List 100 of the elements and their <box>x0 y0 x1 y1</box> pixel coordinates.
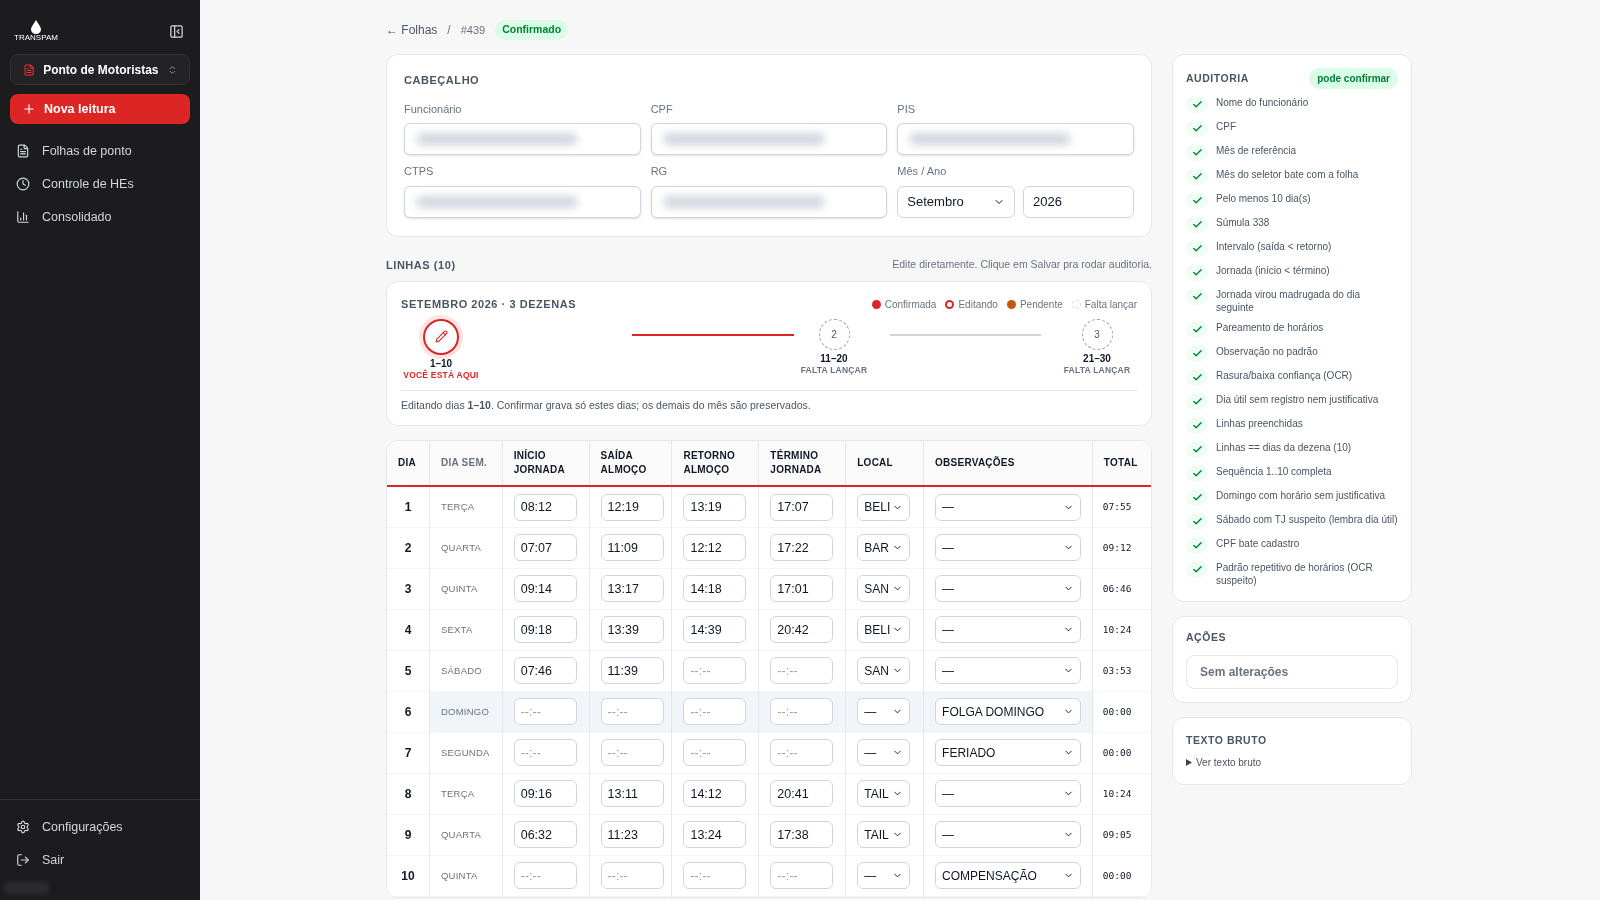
section-title: TEXTO BRUTO <box>1186 732 1268 748</box>
nav-item[interactable]: Controle de HEs <box>16 173 184 195</box>
field-label: RG <box>650 164 669 179</box>
nav-item[interactable]: Configurações <box>16 816 184 838</box>
time-field[interactable]: 11:09 <box>600 534 664 562</box>
observation-select[interactable]: FOLGA DOMINGO <box>935 698 1082 726</box>
nav-item[interactable]: Consolidado <box>16 206 184 228</box>
observation-select[interactable]: — <box>935 493 1082 521</box>
status-badge: Confirmado <box>495 20 569 40</box>
day-cell: 5 <box>387 650 430 692</box>
time-field[interactable]: --:-- <box>513 739 577 767</box>
observation-select[interactable]: — <box>935 575 1082 603</box>
time-field[interactable]: --:-- <box>600 698 664 726</box>
time-field[interactable]: --:-- <box>770 862 834 890</box>
time-field[interactable]: 13:19 <box>683 493 747 521</box>
local-select[interactable]: BELI <box>857 493 911 521</box>
time-field[interactable]: 06:32 <box>513 821 577 849</box>
time-field[interactable]: --:-- <box>770 739 834 767</box>
time-field[interactable]: 17:07 <box>770 493 834 521</box>
time-field[interactable]: --:-- <box>600 862 664 890</box>
time-field[interactable]: 17:22 <box>770 534 834 562</box>
local-select[interactable]: SAN <box>857 657 911 685</box>
observation-select[interactable]: — <box>935 616 1082 644</box>
time-field[interactable]: 14:18 <box>683 575 747 603</box>
time-field[interactable]: --:-- <box>770 698 834 726</box>
stage-caption: FALTA LANÇAR <box>800 365 868 376</box>
local-select[interactable]: BAR <box>857 534 911 562</box>
time-field[interactable]: 09:16 <box>513 780 577 808</box>
field-label: CTPS <box>404 164 435 179</box>
nav-item[interactable]: Sair <box>16 849 184 871</box>
legend-label: Editando <box>958 297 998 312</box>
time-field[interactable]: 13:11 <box>600 780 664 808</box>
time-field[interactable]: 09:14 <box>513 575 577 603</box>
time-field[interactable]: 07:46 <box>513 657 577 685</box>
time-field[interactable]: --:-- <box>683 739 747 767</box>
input-field[interactable] <box>404 185 641 218</box>
time-field[interactable]: 17:38 <box>770 821 834 849</box>
weekday-cell: QUINTA <box>429 855 503 897</box>
observation-select[interactable]: — <box>935 534 1082 562</box>
audit-check-label: Padrão repetitivo de horários (OCR suspeito) <box>1216 561 1374 587</box>
local-select[interactable]: TAIL <box>857 821 911 849</box>
time-field[interactable]: --:-- <box>513 862 577 890</box>
observation-select[interactable]: COMPENSAÇÃO <box>935 862 1082 890</box>
input-field[interactable] <box>650 185 888 218</box>
time-field[interactable]: --:-- <box>770 657 834 685</box>
new-reading-button[interactable]: Nova leitura <box>10 94 190 124</box>
stage-marker[interactable] <box>423 318 459 355</box>
stage-caption: VOCÊ ESTÁ AQUI <box>403 370 479 381</box>
back-link[interactable]: ← Folhas <box>386 21 438 39</box>
time-field[interactable]: --:-- <box>683 698 747 726</box>
time-field[interactable]: 17:01 <box>770 575 834 603</box>
section-title: SETEMBRO 2026 · 3 DEZENAS <box>401 297 577 312</box>
total-cell: 09:05 <box>1092 814 1151 856</box>
time-field[interactable]: --:-- <box>600 739 664 767</box>
local-select[interactable]: — <box>857 739 911 767</box>
time-field[interactable]: 20:42 <box>770 616 834 644</box>
observation-select[interactable]: — <box>935 780 1082 808</box>
workspace-selector[interactable]: Ponto de Motoristas <box>10 54 190 85</box>
nav-item[interactable]: Folhas de ponto <box>16 140 184 162</box>
local-select[interactable]: — <box>857 698 911 726</box>
time-field[interactable]: 13:39 <box>600 616 664 644</box>
observation-select[interactable]: — <box>935 821 1082 849</box>
month-select[interactable]: Setembro <box>897 185 1015 218</box>
time-field[interactable]: 20:41 <box>770 780 834 808</box>
time-field[interactable]: --:-- <box>513 698 577 726</box>
local-select[interactable]: TAIL <box>857 780 911 808</box>
chevrons-icon <box>166 63 177 76</box>
input-field[interactable] <box>404 123 641 155</box>
time-field[interactable]: 11:39 <box>600 657 664 685</box>
year-field[interactable]: 2026 <box>1023 185 1134 218</box>
audit-check-label: Súmula 338 <box>1216 216 1270 229</box>
input-field[interactable] <box>897 123 1134 155</box>
time-field[interactable]: 07:07 <box>513 534 577 562</box>
stage-marker[interactable]: 3 <box>1081 318 1113 350</box>
input-field[interactable] <box>650 123 888 155</box>
time-field[interactable]: 14:12 <box>683 780 747 808</box>
local-select[interactable]: BELI <box>857 616 911 644</box>
total-cell: 00:00 <box>1092 691 1151 733</box>
time-field[interactable]: 09:18 <box>513 616 577 644</box>
time-field[interactable]: 14:39 <box>683 616 747 644</box>
time-field[interactable]: 08:12 <box>513 493 577 521</box>
observation-select[interactable]: — <box>935 657 1082 685</box>
time-field[interactable]: 13:24 <box>683 821 747 849</box>
raw-text-toggle[interactable]: Ver texto bruto <box>1186 754 1398 770</box>
time-field[interactable]: --:-- <box>683 657 747 685</box>
time-field[interactable]: 12:19 <box>600 493 664 521</box>
total-cell: 03:53 <box>1092 650 1151 692</box>
collapse-sidebar-icon[interactable] <box>169 23 184 39</box>
observation-select[interactable]: FERIADO <box>935 739 1082 767</box>
time-field[interactable]: 11:23 <box>600 821 664 849</box>
section-title: AÇÕES <box>1186 630 1227 645</box>
time-field[interactable]: 13:17 <box>600 575 664 603</box>
local-select[interactable]: — <box>857 862 911 890</box>
time-field[interactable]: 12:12 <box>683 534 747 562</box>
edit-hint: Edite diretamente. Clique em Salvar pra rodar auditoria. <box>892 256 1152 272</box>
day-cell: 6 <box>387 691 430 733</box>
time-field[interactable]: --:-- <box>683 862 747 890</box>
stage-marker[interactable]: 2 <box>818 318 850 350</box>
audit-check-label: Sequência 1..10 completa <box>1216 465 1332 478</box>
local-select[interactable]: SAN <box>857 575 911 603</box>
